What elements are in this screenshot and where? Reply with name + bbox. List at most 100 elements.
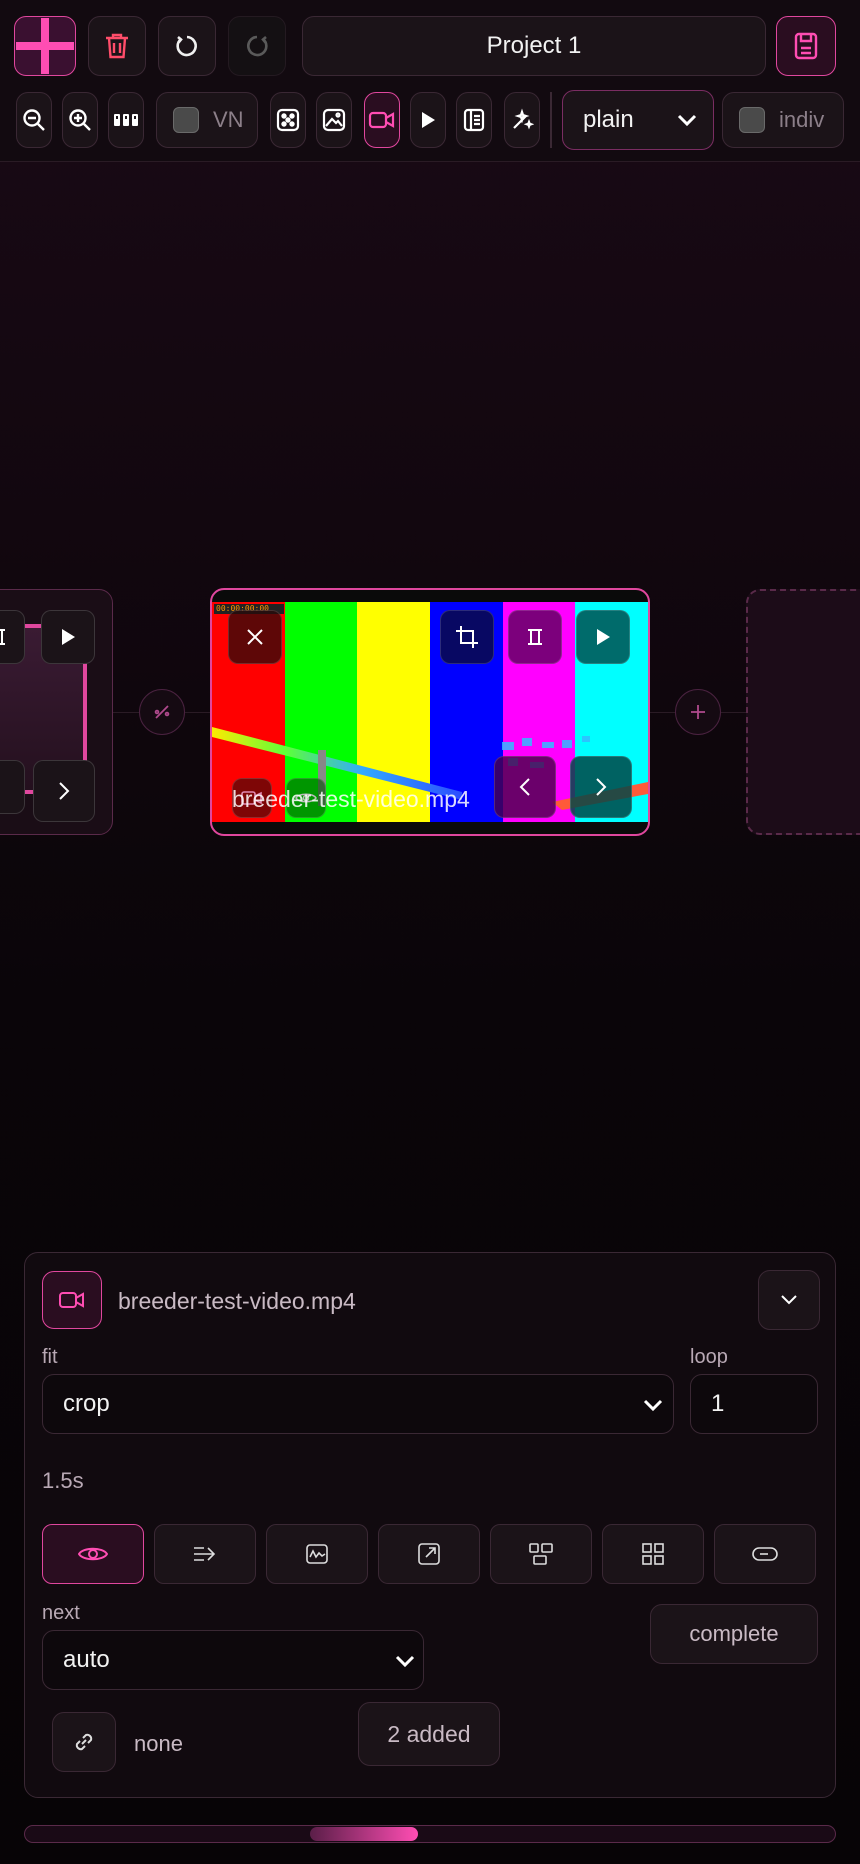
chevron-right-icon <box>596 778 607 796</box>
document-button[interactable] <box>456 92 492 148</box>
fit-icon <box>528 629 542 645</box>
chevron-down-icon <box>677 114 697 127</box>
document-icon <box>463 108 485 132</box>
video-node[interactable]: 00:00:00:00 breeder-test-video.mp4 <box>210 588 650 836</box>
zoom-in-button[interactable] <box>62 92 98 148</box>
random-button[interactable] <box>270 92 306 148</box>
video-camera-icon <box>368 111 395 129</box>
unlink-button[interactable] <box>139 689 185 735</box>
link-icon <box>75 1733 93 1751</box>
dice-icon <box>276 108 300 132</box>
add-node-button[interactable] <box>14 16 76 76</box>
indiv-toggle[interactable]: indiv <box>722 92 844 148</box>
magic-button[interactable] <box>504 92 540 148</box>
play-icon <box>422 112 435 128</box>
chevron-right-icon <box>59 782 70 800</box>
indiv-label: indiv <box>779 107 825 132</box>
layout-button[interactable] <box>108 92 144 148</box>
play-button[interactable] <box>410 92 446 148</box>
duration-value: 1.5s <box>42 1468 84 1493</box>
scrollbar-thumb[interactable] <box>310 1827 418 1841</box>
columns-icon <box>114 114 138 126</box>
node-prev-button[interactable] <box>494 756 556 818</box>
plus-grid-icon <box>16 18 74 74</box>
mode-select-value: plain <box>583 106 634 133</box>
vn-checkbox[interactable] <box>173 107 199 133</box>
vn-toggle[interactable]: VN <box>156 92 258 148</box>
play-icon <box>62 629 75 645</box>
added-count-badge[interactable]: 2 added <box>358 1702 500 1766</box>
video-camera-icon <box>59 1292 84 1308</box>
redo-icon <box>247 35 268 57</box>
redo-button[interactable] <box>228 16 286 76</box>
toolbar-divider <box>550 92 552 148</box>
fit-select-value: crop <box>63 1390 110 1417</box>
project-title[interactable]: Project 1 <box>302 16 766 76</box>
fit-select[interactable]: crop <box>42 1374 674 1434</box>
mode-expand-button[interactable] <box>378 1524 480 1584</box>
mode-transition-button[interactable] <box>154 1524 256 1584</box>
mode-waveform-button[interactable] <box>266 1524 368 1584</box>
node-play-button[interactable] <box>576 610 630 664</box>
mode-select[interactable]: plain <box>562 90 714 150</box>
previous-node[interactable] <box>0 589 113 835</box>
pill-icon <box>752 1547 778 1561</box>
mode-visibility-button[interactable] <box>42 1524 144 1584</box>
chevron-down-icon <box>781 1295 797 1305</box>
node-filename: breeder-test-video.mp4 <box>232 786 470 812</box>
complete-button[interactable]: complete <box>650 1604 818 1664</box>
fit-label: fit <box>42 1346 58 1368</box>
node-crop-button[interactable] <box>440 610 494 664</box>
previous-node-prev-button[interactable] <box>0 760 25 814</box>
link-button[interactable] <box>52 1712 116 1772</box>
grid-icon <box>642 1543 664 1565</box>
previous-node-fit-button[interactable] <box>0 610 25 664</box>
node-fit-button[interactable] <box>508 610 562 664</box>
image-button[interactable] <box>316 92 352 148</box>
mode-layers-button[interactable] <box>490 1524 592 1584</box>
mode-grid-button[interactable] <box>602 1524 704 1584</box>
chevron-down-icon <box>395 1655 415 1668</box>
expand-icon <box>418 1543 440 1565</box>
undo-button[interactable] <box>158 16 216 76</box>
chevron-down-icon <box>643 1399 663 1412</box>
collapse-panel-button[interactable] <box>758 1270 820 1330</box>
play-icon <box>597 629 610 645</box>
plus-icon <box>691 705 705 719</box>
loop-label: loop <box>690 1346 728 1368</box>
media-type-icon-box <box>42 1271 102 1329</box>
panel-filename: breeder-test-video.mp4 <box>118 1288 356 1314</box>
waveform-icon <box>306 1544 328 1564</box>
horizontal-scrollbar[interactable] <box>24 1825 836 1843</box>
trash-icon <box>106 33 128 59</box>
crop-icon <box>456 626 478 648</box>
previous-node-next-button[interactable] <box>33 760 95 822</box>
save-button[interactable] <box>776 16 836 76</box>
previous-node-play-button[interactable] <box>41 610 95 664</box>
magic-wand-icon <box>513 108 534 130</box>
vn-label: VN <box>213 107 244 132</box>
zoom-out-button[interactable] <box>16 92 52 148</box>
percent-icon <box>154 705 170 719</box>
mode-pill-button[interactable] <box>714 1524 816 1584</box>
indiv-checkbox[interactable] <box>739 107 765 133</box>
link-value: none <box>134 1731 183 1756</box>
add-next-node-button[interactable] <box>675 689 721 735</box>
next-select[interactable]: auto <box>42 1630 424 1690</box>
video-button[interactable] <box>364 92 400 148</box>
image-icon <box>322 108 346 132</box>
next-select-value: auto <box>63 1646 110 1673</box>
chevron-left-icon <box>519 778 530 796</box>
eye-icon <box>78 1547 108 1561</box>
zoom-in-icon <box>69 109 91 131</box>
fit-icon <box>0 629 5 645</box>
save-icon <box>794 32 818 60</box>
zoom-out-icon <box>23 109 45 131</box>
empty-node-placeholder[interactable] <box>746 589 860 835</box>
undo-icon <box>176 35 197 57</box>
node-next-button[interactable] <box>570 756 632 818</box>
arrow-right-lines-icon <box>194 1547 216 1561</box>
node-close-button[interactable] <box>228 610 282 664</box>
delete-button[interactable] <box>88 16 146 76</box>
loop-input[interactable]: 1 <box>690 1374 818 1434</box>
